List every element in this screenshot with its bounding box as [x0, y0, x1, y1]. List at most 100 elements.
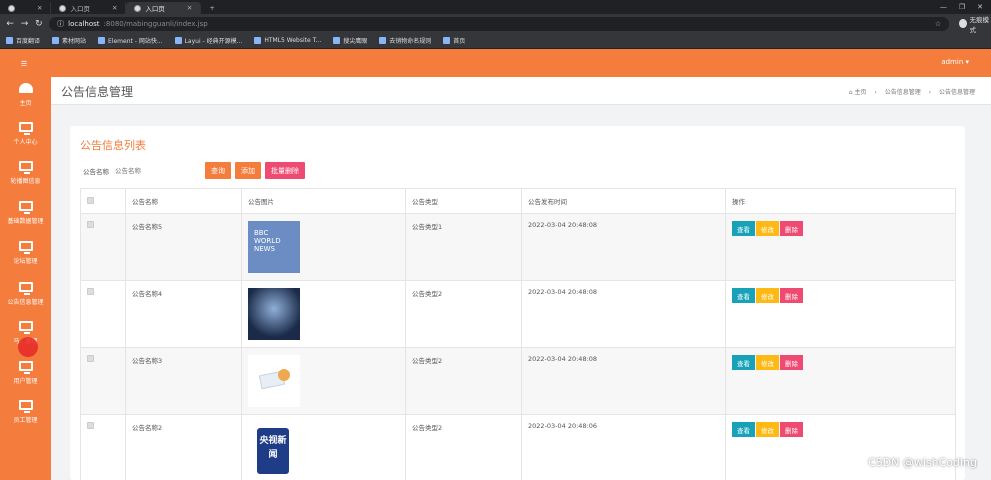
cell-time: 2022-03-04 20:48:06	[521, 414, 726, 480]
cell-time: 2022-03-04 20:48:08	[521, 347, 726, 415]
bookmark-icon	[6, 37, 13, 44]
menu-toggle-icon[interactable]: ☰	[17, 60, 31, 68]
view-button[interactable]: 查看	[732, 221, 755, 236]
breadcrumb-item[interactable]: 公告信息管理	[885, 89, 921, 96]
bookmark-label: Element - 网站快...	[108, 38, 163, 45]
reload-icon[interactable]: ↻	[35, 19, 43, 29]
row-checkbox[interactable]	[87, 422, 94, 429]
notice-table: 公告名称 公告图片 公告类型 公告发布时间 操作 公告名称5 BBC WORLD…	[80, 188, 956, 480]
cell-actions: 查看 修改 删除	[725, 213, 956, 281]
sidebar-item-notice[interactable]: 公告信息管理	[0, 282, 51, 306]
breadcrumb-separator: ›	[928, 89, 932, 96]
table-row: 公告名称2 央视新闻 公告类型2 2022-03-04 20:48:06 查看修…	[80, 414, 956, 480]
restore-icon[interactable]: ❐	[959, 3, 965, 11]
tab-title: 入口页	[70, 5, 90, 13]
sidebar-item-label: 用户管理	[13, 378, 38, 385]
bookmark-item[interactable]: 首页	[443, 36, 465, 45]
bookmark-item[interactable]: HTML5 Website T...	[254, 37, 321, 44]
bookmark-label: 搜尖鹰眼	[343, 38, 368, 45]
browser-tab-active[interactable]: 入口页 ✕	[126, 2, 202, 14]
cell-actions: 查看 修改 删除	[725, 280, 956, 348]
query-button[interactable]: 查询	[205, 162, 231, 179]
sidebar-item-profile[interactable]: 个人中心	[0, 122, 51, 146]
sidebar-item-carousel[interactable]: 轮播图信息	[0, 161, 51, 185]
select-all-checkbox[interactable]	[87, 196, 94, 204]
incognito-indicator[interactable]: 无痕模式	[959, 14, 991, 34]
edit-button[interactable]: 修改	[756, 221, 779, 236]
delete-button[interactable]: 删除	[780, 221, 803, 236]
close-window-icon[interactable]: ✕	[977, 3, 983, 11]
delete-button[interactable]: 删除	[780, 422, 803, 437]
view-button[interactable]: 查看	[732, 355, 755, 370]
incognito-label: 无痕模式	[969, 15, 990, 34]
tab-favicon-icon	[134, 4, 142, 12]
browser-tab-bar: ✕ 入口页 ✕ 入口页 ✕ + — ❐ ✕	[0, 0, 991, 14]
monitor-icon	[18, 282, 33, 295]
dashboard-icon	[18, 83, 33, 93]
tab-favicon-icon	[59, 4, 67, 12]
breadcrumb-home[interactable]: ⌂ 主页	[849, 89, 867, 96]
new-tab-button[interactable]: +	[201, 2, 222, 14]
close-icon[interactable]: ✕	[112, 4, 117, 12]
minimize-icon[interactable]: —	[940, 3, 947, 11]
thumbnail-text: BBC WORLD NEWS	[254, 229, 281, 253]
bookmark-item[interactable]: 去销物命名规则	[379, 36, 431, 45]
breadcrumb-current: 公告信息管理	[938, 89, 975, 96]
view-button[interactable]: 查看	[732, 422, 755, 437]
sidebar-item-basic-data[interactable]: 基础数据管理	[0, 201, 51, 225]
edit-button[interactable]: 修改	[756, 422, 779, 437]
bookmark-icon	[254, 37, 262, 44]
address-bar-row: ← → ↻ ⓘ localhost:8080/mabingguanli/inde…	[0, 14, 991, 34]
bookmark-item[interactable]: 百度翻译	[6, 36, 40, 45]
bookmark-item[interactable]: Element - 网站快...	[98, 36, 163, 45]
sidebar-item-staff[interactable]: 员工管理	[0, 400, 51, 424]
bookmark-icon	[174, 37, 182, 44]
browser-tab[interactable]: ✕	[0, 2, 52, 14]
row-checkbox[interactable]	[87, 221, 94, 228]
search-input[interactable]	[115, 163, 193, 178]
bookmark-item[interactable]: Layui - 经典开源模...	[174, 36, 242, 45]
url-field[interactable]: ⓘ localhost:8080/mabingguanli/index.jsp …	[49, 16, 950, 31]
batch-delete-button[interactable]: 批量删除	[265, 162, 305, 179]
cell-type: 公告类型2	[405, 414, 522, 480]
row-select-cell	[80, 213, 126, 281]
select-all-cell	[80, 188, 126, 214]
row-checkbox[interactable]	[87, 355, 94, 362]
add-button[interactable]: 添加	[235, 162, 261, 179]
back-icon[interactable]: ←	[6, 19, 14, 29]
row-select-cell	[80, 280, 126, 348]
delete-button[interactable]: 删除	[780, 355, 803, 370]
cctv-news-logo: 央视新闻	[257, 428, 289, 474]
sidebar-item-label: 论坛管理	[13, 258, 38, 265]
cell-actions: 查看 修改 删除	[725, 347, 956, 415]
sidebar: ☰ 主页 个人中心 轮播图信息 基础数据管理 论坛管理 公告信息管理 马…管理 …	[0, 49, 51, 480]
tab-favicon-icon	[8, 4, 15, 12]
edit-button[interactable]: 修改	[756, 288, 779, 303]
view-button[interactable]: 查看	[732, 288, 755, 303]
forward-icon[interactable]: →	[20, 19, 29, 29]
bookmark-icon	[379, 37, 387, 44]
bookmark-star-icon[interactable]: ☆	[935, 20, 941, 28]
row-checkbox[interactable]	[87, 288, 94, 295]
bookmark-icon	[443, 37, 451, 44]
close-icon[interactable]: ✕	[187, 4, 192, 12]
notice-list-card: 公告信息列表 公告名称 查询 添加 批量删除 公告名称 公告图片 公告类型 公告…	[70, 126, 965, 480]
notice-thumbnail	[248, 355, 300, 407]
close-icon[interactable]: ✕	[37, 4, 42, 12]
sidebar-item-users[interactable]: 用户管理	[0, 361, 51, 385]
browser-tab[interactable]: 入口页 ✕	[51, 2, 127, 14]
sidebar-item-home[interactable]: 主页	[0, 83, 51, 107]
edit-button[interactable]: 修改	[756, 355, 779, 370]
card-title: 公告信息列表	[80, 139, 146, 152]
page-header: 公告信息管理 ⌂ 主页 › 公告信息管理 › 公告信息管理	[51, 77, 991, 105]
url-host: localhost	[68, 19, 100, 28]
sidebar-item-label: 主页	[19, 100, 32, 107]
sidebar-item-forum[interactable]: 论坛管理	[0, 241, 51, 265]
bookmark-item[interactable]: 素材网站	[52, 36, 86, 45]
delete-button[interactable]: 删除	[780, 288, 803, 303]
bookmark-item[interactable]: 搜尖鹰眼	[333, 36, 367, 45]
user-menu[interactable]: admin ▾	[941, 58, 969, 66]
page-title: 公告信息管理	[61, 85, 134, 99]
monitor-icon	[18, 321, 33, 334]
info-icon[interactable]: ⓘ	[57, 19, 64, 29]
